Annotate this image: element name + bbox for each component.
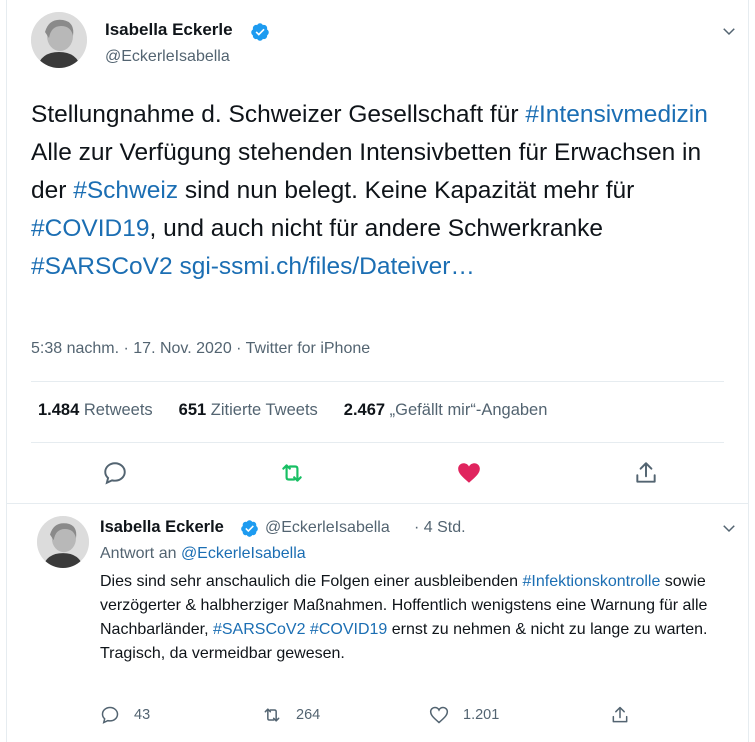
like-icon[interactable] bbox=[456, 460, 482, 486]
reply-to-line: Antwort an @EckerleIsabella bbox=[100, 545, 306, 562]
verified-badge-icon bbox=[251, 23, 269, 41]
reply-action[interactable]: 43 bbox=[100, 705, 150, 725]
divider bbox=[7, 503, 748, 504]
reply-avatar[interactable] bbox=[37, 516, 89, 568]
tweet-text-segment: Stellungnahme d. Schweizer Gesellschaft … bbox=[31, 101, 526, 128]
hashtag-link[interactable]: #COVID19 bbox=[31, 215, 149, 242]
divider bbox=[31, 442, 724, 443]
reply-author-handle[interactable]: @EckerleIsabella bbox=[265, 519, 390, 537]
author-name[interactable]: Isabella Eckerle bbox=[105, 20, 233, 40]
avatar[interactable] bbox=[31, 12, 87, 68]
retweet-count: 264 bbox=[296, 707, 321, 723]
retweets-stat[interactable]: 1.484 Retweets bbox=[38, 401, 153, 420]
tweet-thread: Isabella Eckerle @EckerleIsabella Stellu… bbox=[6, 0, 749, 742]
tweet-text-segment: sind nun belegt. Keine Kapazität mehr fü… bbox=[178, 177, 635, 204]
share-icon[interactable] bbox=[633, 460, 659, 486]
likes-stat[interactable]: 2.467 „Gefällt mir“-Angaben bbox=[344, 401, 548, 420]
reply-to-link[interactable]: @EckerleIsabella bbox=[181, 545, 306, 562]
reply-author-name[interactable]: Isabella Eckerle bbox=[100, 518, 224, 537]
hashtag-link[interactable]: #Schweiz bbox=[73, 177, 178, 204]
hashtag-link[interactable]: #Intensivmedizin bbox=[525, 101, 707, 128]
tweet-text-segment: Dies sind sehr anschaulich die Folgen ei… bbox=[100, 573, 523, 590]
hashtag-link[interactable]: #Infektionskontrolle bbox=[523, 573, 661, 590]
hashtag-link[interactable]: #SARSCoV2 bbox=[31, 253, 173, 280]
reply-tweet-text: Dies sind sehr anschaulich die Folgen ei… bbox=[100, 570, 730, 666]
retweet-action[interactable]: 264 bbox=[262, 705, 320, 725]
hashtag-link[interactable]: #COVID19 bbox=[310, 621, 387, 638]
hashtag-link[interactable]: sgi-ssmi.ch/files/Dateiver… bbox=[179, 253, 474, 280]
share-action[interactable] bbox=[610, 705, 644, 725]
author-handle[interactable]: @EckerleIsabella bbox=[105, 48, 230, 66]
hashtag-link[interactable]: #SARSCoV2 bbox=[213, 621, 306, 638]
verified-badge-icon bbox=[241, 520, 258, 537]
divider bbox=[31, 381, 724, 382]
share-icon bbox=[612, 706, 628, 723]
tweet-meta[interactable]: 5:38 nachm. · 17. Nov. 2020 · Twitter fo… bbox=[31, 340, 370, 358]
quotes-stat[interactable]: 651 Zitierte Tweets bbox=[179, 401, 318, 420]
chevron-down-icon[interactable] bbox=[720, 22, 738, 40]
reply-icon bbox=[101, 706, 119, 724]
tweet-text: Stellungnahme d. Schweizer Gesellschaft … bbox=[31, 96, 731, 286]
tweet-stats: 1.484 Retweets 651 Zitierte Tweets 2.467… bbox=[38, 401, 573, 420]
reply-icon[interactable] bbox=[102, 460, 128, 486]
retweet-icon[interactable] bbox=[279, 460, 305, 486]
retweet-icon bbox=[264, 708, 280, 722]
reply-timestamp[interactable]: · 4 Std. bbox=[414, 519, 466, 537]
chevron-down-icon[interactable] bbox=[720, 519, 738, 537]
tweet-text-segment: , und auch nicht für andere Schwerkranke bbox=[149, 215, 603, 242]
like-action[interactable]: 1.201 bbox=[429, 705, 499, 725]
reply-count: 43 bbox=[134, 707, 151, 723]
like-count: 1.201 bbox=[463, 707, 500, 723]
like-icon bbox=[429, 706, 449, 724]
